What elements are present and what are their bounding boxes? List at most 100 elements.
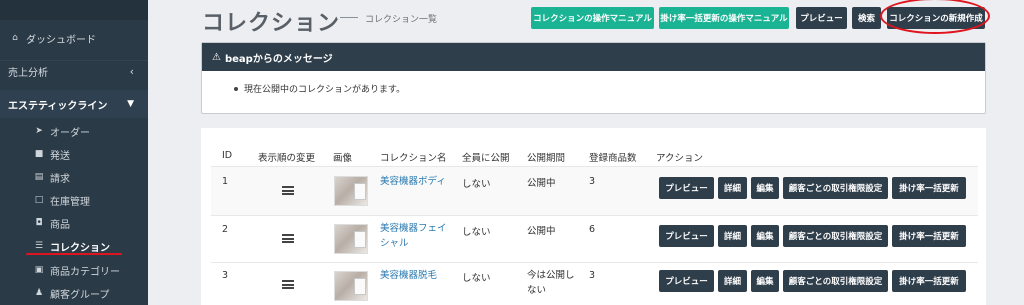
row-period: 公開中: [527, 176, 556, 191]
row-id: 1: [222, 176, 229, 187]
row-period: 公開中: [527, 224, 556, 239]
message-title: beapからのメッセージ: [224, 53, 333, 65]
column-header-name: コレクション名: [380, 153, 447, 164]
row-divider: [211, 215, 978, 216]
column-header-order: 表示順の変更: [258, 153, 316, 164]
collection-name-link[interactable]: 美容機器ボディ: [380, 174, 462, 189]
collection-manual-button[interactable]: コレクションの操作マニュアル: [531, 7, 654, 29]
row-period-line: 公開中: [527, 178, 556, 189]
collection-name-line: 美容機器フェイ: [380, 223, 447, 234]
sidebar-item-products[interactable]: ◘ 商品: [0, 213, 148, 233]
row-id: 3: [222, 270, 229, 281]
page-title: コレクション: [202, 11, 341, 36]
sidebar-item-label: 発送: [50, 150, 70, 162]
sidebar-item-inventory[interactable]: □ 在庫管理: [0, 190, 148, 210]
file-icon: ▤: [34, 172, 44, 182]
search-button[interactable]: 検索: [852, 7, 881, 29]
sidebar-item-label: 商品カテゴリー: [50, 266, 120, 278]
row-period: 今は公開し ない: [527, 268, 575, 298]
collection-thumbnail: [334, 271, 368, 301]
row-period-line: 今は公開し: [527, 270, 575, 281]
row-detail-button[interactable]: 詳細: [718, 225, 747, 247]
sidebar-item-label: コレクション: [50, 242, 110, 254]
collection-name-link[interactable]: 美容機器脱毛: [380, 268, 462, 283]
sidebar-item-label: ダッシュボード: [26, 34, 96, 46]
column-header-period: 公開期間: [527, 153, 566, 164]
drag-handle-icon[interactable]: [282, 280, 294, 289]
rate-update-manual-button[interactable]: 掛け率一括更新の操作マニュアル: [659, 7, 789, 29]
message-text: 現在公開中のコレクションがあります。: [244, 85, 406, 95]
sidebar-item-esthetic-line[interactable]: エステティックライン ▼: [0, 90, 148, 118]
collection-name-line: 美容機器ボディ: [380, 176, 446, 187]
sidebar-item-order[interactable]: ➤ オーダー: [0, 121, 148, 141]
sidebar: ⌂ ダッシュボード 売上分析 ‹ エステティックライン ▼ ➤ オーダー ■ 発…: [0, 0, 148, 305]
column-header-count: 登録商品数: [589, 153, 637, 164]
collection-thumbnail: [334, 224, 368, 254]
message-body: 現在公開中のコレクションがあります。: [202, 71, 985, 95]
row-detail-button[interactable]: 詳細: [718, 270, 747, 292]
row-edit-button[interactable]: 編集: [751, 225, 779, 247]
sidebar-item-label: 在庫管理: [50, 196, 90, 208]
warning-icon: ⚠: [212, 51, 221, 63]
column-header-action: アクション: [656, 153, 704, 164]
message-header: ⚠ beapからのメッセージ: [202, 43, 985, 71]
sidebar-item-label: 請求: [50, 173, 70, 185]
row-rate-update-button[interactable]: 掛け率一括更新: [892, 177, 966, 199]
list-icon: ☰: [34, 241, 44, 251]
row-permission-button[interactable]: 顧客ごとの取引権限設定: [783, 270, 888, 292]
row-edit-button[interactable]: 編集: [751, 177, 779, 199]
sidebar-item-sales-analysis[interactable]: 売上分析 ‹: [0, 60, 148, 82]
row-permission-button[interactable]: 顧客ごとの取引権限設定: [783, 225, 888, 247]
users-icon: ♟: [34, 288, 44, 298]
sidebar-item-product-category[interactable]: ▣ 商品カテゴリー: [0, 260, 148, 280]
row-preview-button[interactable]: プレビュー: [659, 225, 714, 247]
row-count: 6: [589, 224, 596, 235]
page-subtitle: コレクション一覧: [365, 15, 438, 25]
collection-thumbnail: [334, 176, 368, 206]
collection-name-link[interactable]: 美容機器フェイ シャル: [380, 221, 462, 251]
column-header-public: 全員に公開: [462, 153, 510, 164]
home-icon: ⌂: [12, 33, 18, 43]
row-detail-button[interactable]: 詳細: [718, 177, 747, 199]
row-divider: [211, 262, 978, 263]
row-permission-button[interactable]: 顧客ごとの取引権限設定: [783, 177, 888, 199]
bag-icon: ◘: [35, 218, 43, 228]
row-count: 3: [589, 270, 596, 281]
truck-icon: ■: [34, 149, 44, 159]
sidebar-item-dashboard[interactable]: ⌂ ダッシュボード: [0, 28, 148, 48]
category-icon: ▣: [34, 265, 44, 275]
row-rate-update-button[interactable]: 掛け率一括更新: [892, 225, 966, 247]
row-edit-button[interactable]: 編集: [751, 270, 779, 292]
row-public: しない: [462, 227, 491, 238]
chevron-left-icon: ‹: [129, 65, 134, 78]
sidebar-item-label: オーダー: [50, 127, 90, 139]
sidebar-item-label: エステティックライン: [8, 100, 108, 112]
row-period-line: 公開中: [527, 226, 556, 237]
column-header-id: ID: [222, 150, 233, 161]
sidebar-item-customer-group[interactable]: ♟ 顧客グループ: [0, 283, 148, 303]
row-id: 2: [222, 224, 229, 235]
row-preview-button[interactable]: プレビュー: [659, 177, 714, 199]
bullet-icon: [234, 86, 238, 91]
sidebar-item-label: 商品: [50, 219, 70, 231]
preview-button[interactable]: プレビュー: [796, 7, 847, 29]
drag-handle-icon[interactable]: [282, 186, 294, 195]
sidebar-item-label: 顧客グループ: [50, 289, 110, 301]
annotation-underline: [26, 253, 122, 255]
row-count: 3: [589, 176, 596, 187]
sidebar-top: [0, 0, 148, 20]
row-public: しない: [462, 273, 491, 284]
sidebar-item-shipping[interactable]: ■ 発送: [0, 144, 148, 164]
row-period-line: ない: [527, 285, 547, 296]
sidebar-item-label: 売上分析: [8, 68, 48, 79]
chevron-down-icon: ▼: [127, 99, 134, 109]
collection-name-line: シャル: [380, 238, 409, 249]
message-panel: ⚠ beapからのメッセージ 現在公開中のコレクションがあります。: [201, 42, 986, 114]
row-preview-button[interactable]: プレビュー: [659, 270, 714, 292]
paper-plane-icon: ➤: [35, 126, 43, 136]
column-header-image: 画像: [333, 153, 353, 164]
sidebar-item-billing[interactable]: ▤ 請求: [0, 167, 148, 187]
row-public: しない: [462, 179, 491, 190]
drag-handle-icon[interactable]: [282, 234, 294, 243]
row-rate-update-button[interactable]: 掛け率一括更新: [892, 270, 966, 292]
